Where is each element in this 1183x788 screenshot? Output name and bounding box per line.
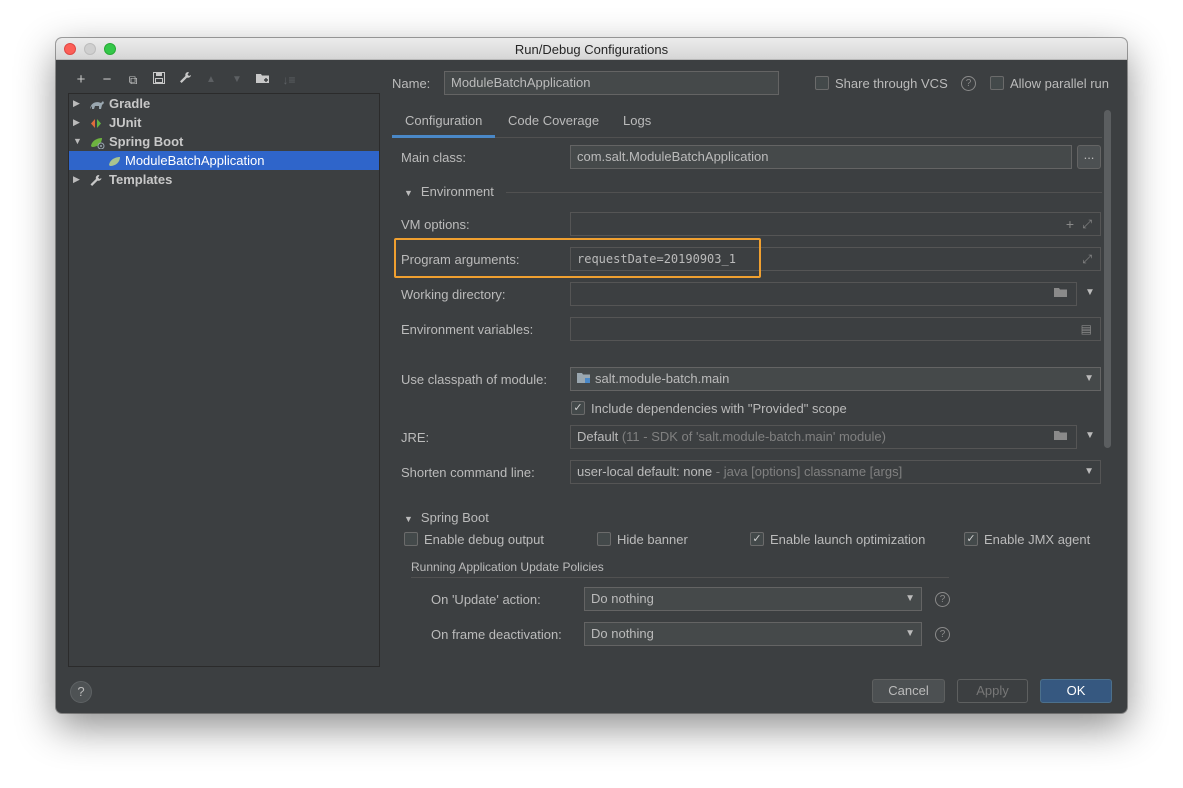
spring-app-icon (107, 154, 123, 167)
help-icon[interactable]: ? (935, 592, 950, 607)
new-folder-icon[interactable] (254, 70, 272, 90)
cancel-button[interactable]: Cancel (872, 679, 945, 703)
remove-icon[interactable]: − (98, 70, 116, 90)
run-debug-dialog: Run/Debug Configurations + − ⧉ ▲ ▼ ↓≡ ▶ … (56, 38, 1127, 713)
hide-banner-label: Hide banner (617, 532, 688, 547)
window-title: Run/Debug Configurations (514, 42, 669, 57)
help-icon[interactable]: ? (935, 627, 950, 642)
environment-variables-label: Environment variables: (401, 322, 534, 337)
share-vcs-label: Share through VCS (835, 76, 948, 91)
spring-boot-icon (89, 135, 105, 150)
collapse-arrow-icon: ▼ (404, 514, 413, 524)
allow-parallel-checkbox[interactable] (990, 76, 1004, 90)
update-action-select[interactable]: Do nothing ▼ (584, 587, 922, 611)
share-vcs-checkbox[interactable] (815, 76, 829, 90)
environment-variables-input[interactable]: ▤ (570, 317, 1101, 341)
update-action-label: On 'Update' action: (431, 592, 541, 607)
save-icon[interactable] (150, 70, 168, 90)
spring-boot-section[interactable]: ▼ Spring Boot (404, 510, 489, 525)
shorten-command-select[interactable]: user-local default: none - java [options… (570, 460, 1101, 484)
environment-section[interactable]: ▼ Environment (404, 184, 494, 199)
classpath-label: Use classpath of module: (401, 372, 547, 387)
add-icon[interactable]: + (72, 70, 90, 90)
separator (506, 192, 1102, 193)
folder-icon[interactable] (1054, 283, 1068, 305)
apply-button[interactable]: Apply (957, 679, 1028, 703)
program-arguments-input[interactable]: requestDate=20190903_1 ⤢ (570, 247, 1101, 271)
gradle-icon (89, 97, 105, 110)
frame-deactivation-select[interactable]: Do nothing ▼ (584, 622, 922, 646)
jre-select[interactable]: Default (11 - SDK of 'salt.module-batch.… (570, 425, 1077, 449)
tree-item-templates[interactable]: ▶ Templates (69, 170, 379, 189)
ok-button[interactable]: OK (1040, 679, 1112, 703)
expand-icon[interactable]: ⤢ (1082, 213, 1092, 235)
scrollbar[interactable] (1104, 110, 1111, 448)
tree-item-gradle[interactable]: ▶ Gradle (69, 94, 379, 113)
working-directory-label: Working directory: (401, 287, 506, 302)
move-up-icon[interactable]: ▲ (202, 70, 220, 90)
move-down-icon[interactable]: ▼ (228, 70, 246, 90)
folder-icon[interactable] (1054, 426, 1068, 448)
allow-parallel-label: Allow parallel run (1010, 76, 1109, 91)
expand-arrow-icon[interactable]: ▶ (73, 113, 80, 132)
vm-options-input[interactable]: + ⤢ (570, 212, 1101, 236)
tree-item-spring-boot[interactable]: ▼ Spring Boot (69, 132, 379, 151)
vm-options-label: VM options: (401, 217, 470, 232)
jmx-agent-checkbox[interactable]: ✓ (964, 532, 978, 546)
config-tree: ▶ Gradle ▶ JUnit ▼ Spring Boot ModuleBat… (68, 93, 380, 667)
tab-code-coverage[interactable]: Code Coverage (508, 112, 599, 138)
dropdown-arrow-icon: ▼ (905, 593, 915, 604)
jmx-agent-label: Enable JMX agent (984, 532, 1091, 547)
main-class-label: Main class: (401, 150, 467, 165)
include-deps-label: Include dependencies with "Provided" sco… (591, 401, 847, 416)
tab-logs[interactable]: Logs (623, 112, 651, 138)
include-deps-checkbox[interactable]: ✓ (571, 401, 585, 415)
dropdown-arrow-icon: ▼ (905, 628, 915, 639)
tree-item-module-batch-application[interactable]: ModuleBatchApplication (69, 151, 379, 170)
launch-optimization-checkbox[interactable]: ✓ (750, 532, 764, 546)
name-label: Name: (392, 76, 431, 91)
launch-optimization-label: Enable launch optimization (770, 532, 926, 547)
name-input[interactable]: ModuleBatchApplication (444, 71, 779, 95)
sort-icon[interactable]: ↓≡ (280, 70, 298, 90)
debug-output-checkbox[interactable] (404, 532, 418, 546)
title-bar: Run/Debug Configurations (56, 38, 1127, 60)
working-directory-input[interactable] (570, 282, 1077, 306)
update-policies-heading: Running Application Update Policies (411, 560, 604, 574)
main-class-input[interactable]: com.salt.ModuleBatchApplication (570, 145, 1072, 169)
expand-icon[interactable]: ⤢ (1082, 248, 1092, 270)
dropdown-arrow-icon[interactable]: ▼ (1085, 287, 1095, 298)
tab-configuration[interactable]: Configuration (392, 112, 496, 138)
collapse-arrow-icon: ▼ (404, 188, 413, 198)
collapse-arrow-icon[interactable]: ▼ (73, 132, 82, 151)
separator (411, 577, 949, 578)
junit-icon (89, 116, 105, 129)
expand-arrow-icon[interactable]: ▶ (73, 170, 80, 189)
module-folder-icon (577, 369, 591, 390)
dropdown-arrow-icon[interactable]: ▼ (1085, 430, 1095, 441)
classpath-select[interactable]: salt.module-batch.main ▼ (570, 367, 1101, 391)
copy-icon[interactable]: ⧉ (124, 70, 142, 90)
plus-icon[interactable]: + (1066, 213, 1074, 235)
dropdown-arrow-icon: ▼ (1084, 373, 1094, 384)
hide-banner-checkbox[interactable] (597, 532, 611, 546)
wrench-icon (89, 173, 105, 186)
help-icon[interactable]: ? (961, 76, 976, 91)
tree-item-junit[interactable]: ▶ JUnit (69, 113, 379, 132)
debug-output-label: Enable debug output (424, 532, 544, 547)
tab-divider (392, 137, 1102, 138)
help-button[interactable]: ? (70, 681, 92, 703)
browse-main-class-button[interactable]: ... (1077, 145, 1101, 169)
frame-deactivation-label: On frame deactivation: (431, 627, 562, 642)
jre-label: JRE: (401, 430, 430, 445)
document-icon[interactable]: ▤ (1081, 318, 1092, 340)
config-toolbar: + − ⧉ ▲ ▼ ↓≡ (70, 70, 390, 90)
program-arguments-label: Program arguments: (401, 252, 520, 267)
shorten-command-label: Shorten command line: (401, 465, 535, 480)
wrench-icon[interactable] (176, 70, 194, 90)
expand-arrow-icon[interactable]: ▶ (73, 94, 80, 113)
dropdown-arrow-icon: ▼ (1084, 466, 1094, 477)
